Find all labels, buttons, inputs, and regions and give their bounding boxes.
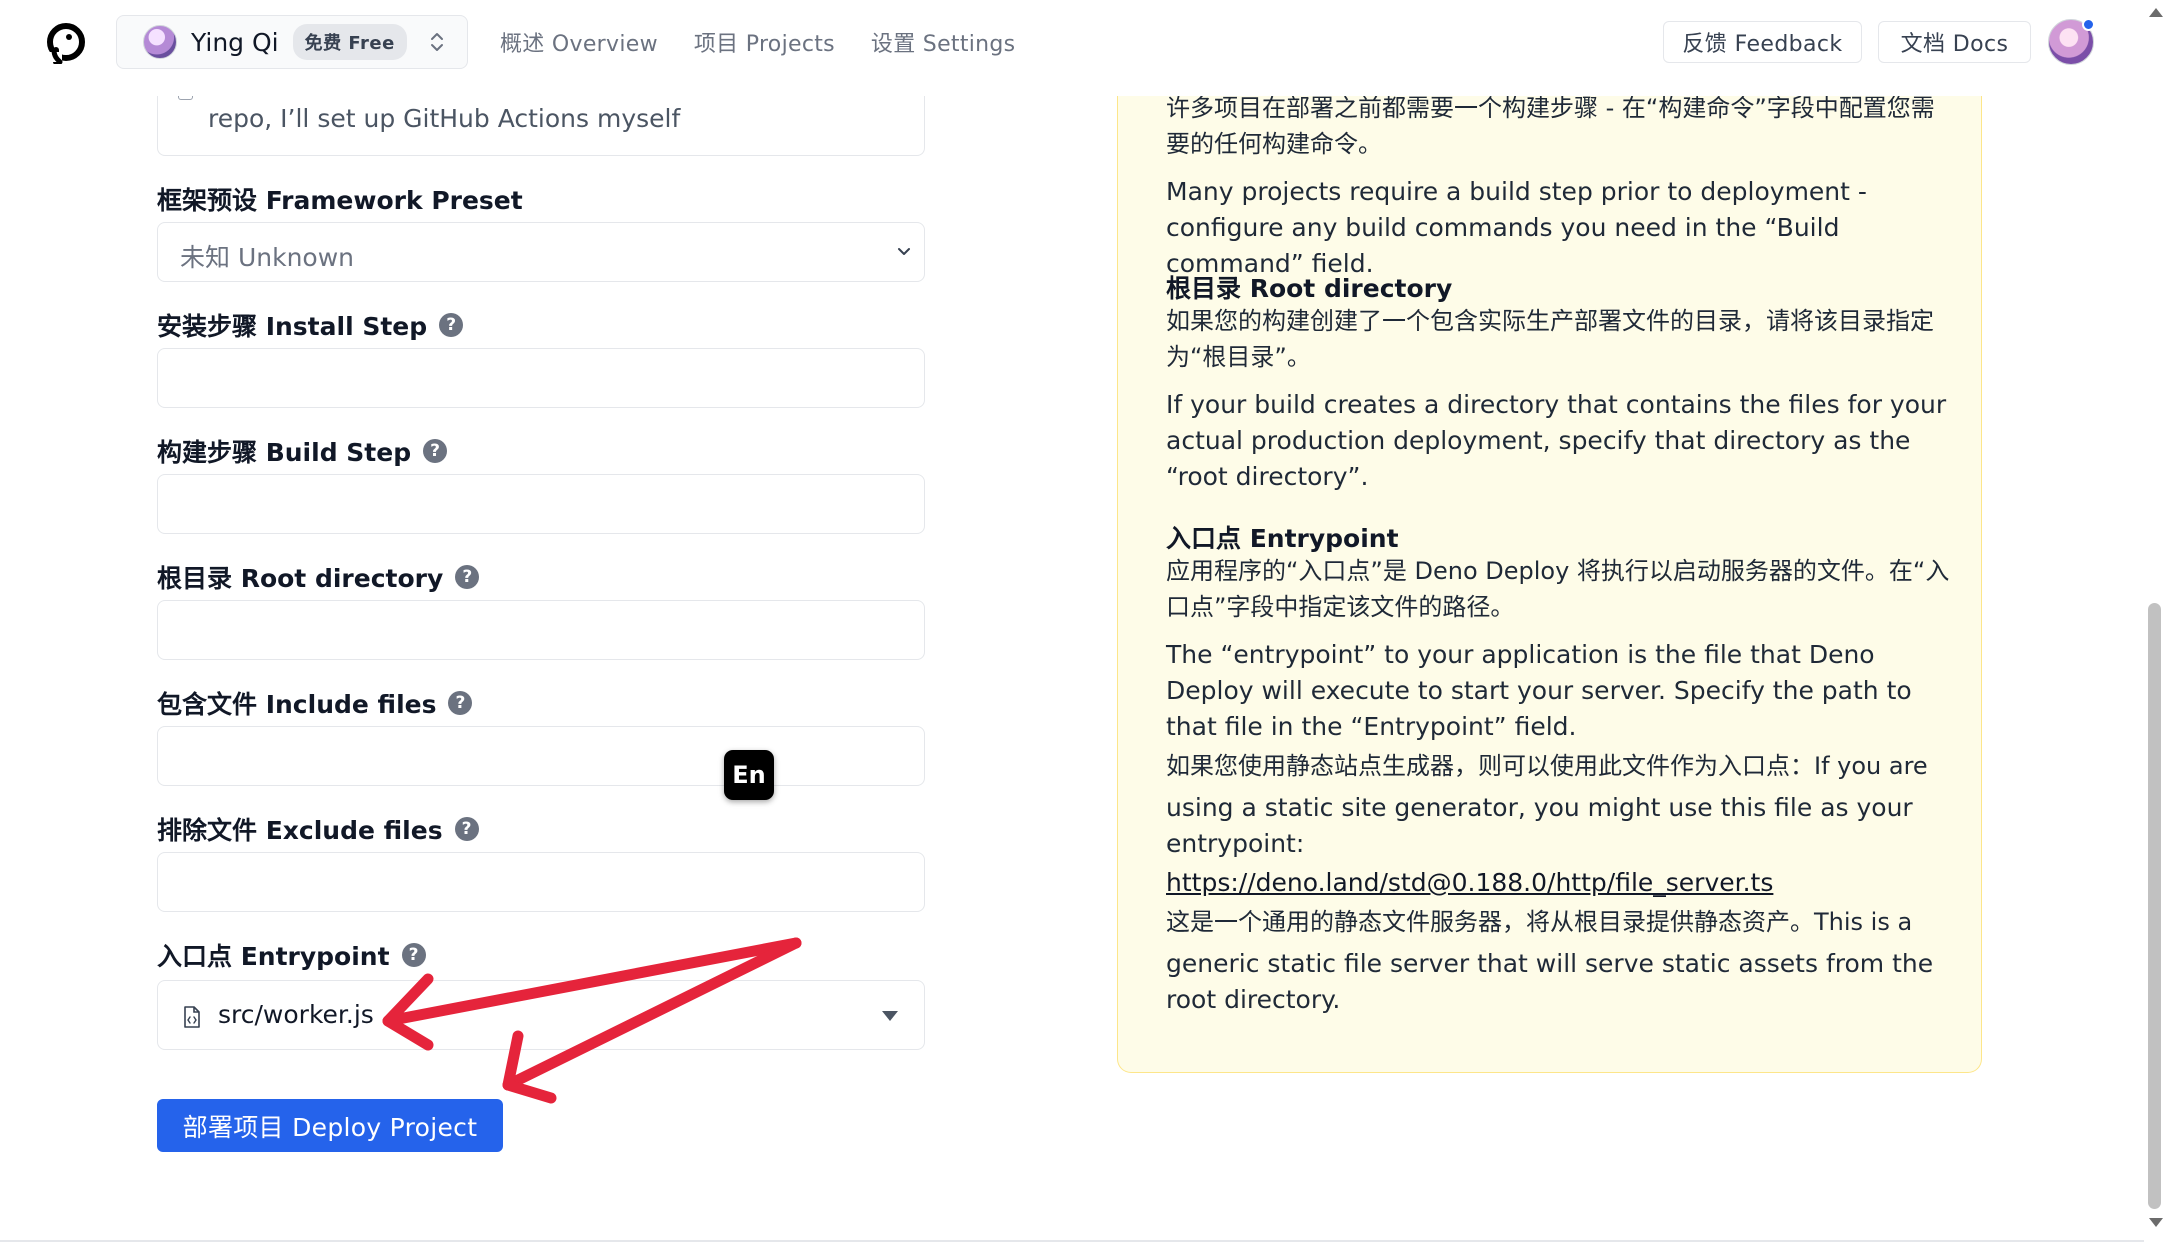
static-help-line2: using a static site generator, you might… <box>1166 793 1913 858</box>
page-bottom-border <box>0 1240 2144 1242</box>
root-help-zh: 如果您的构建创建了一个包含实际生产部署文件的目录，请将该目录指定为“根目录”。 <box>1166 307 1934 371</box>
build-step-label-text: 构建步骤 Build Step <box>157 438 412 467</box>
build-help-en: Many projects require a build step prior… <box>1166 177 1867 278</box>
framework-preset-select[interactable]: 未知 Unknown <box>157 222 925 282</box>
install-step-label: 安装步骤 Install Step ? <box>157 307 464 343</box>
build-help-zh: 许多项目在部署之前都需要一个构建步骤 - 在“构建命令”字段中配置您需要的任何构… <box>1166 94 1935 158</box>
build-help-icon[interactable]: ? <box>423 439 448 463</box>
plan-badge: 免费 Free <box>292 24 407 60</box>
build-step-label: 构建步骤 Build Step ? <box>157 433 448 469</box>
account-switcher[interactable]: Ying Qi 免费 Free <box>116 15 468 69</box>
notification-dot <box>2082 18 2095 31</box>
root-directory-label-text: 根目录 Root directory <box>157 564 444 593</box>
account-avatar <box>143 25 177 59</box>
generic-help-line2: generic static file server that will ser… <box>1166 949 1934 1014</box>
install-step-label-text: 安装步骤 Install Step <box>157 312 428 341</box>
static-help-line1: 如果您使用静态站点生成器，则可以使用此文件作为入口点：If you are <box>1166 752 1928 780</box>
entrypoint-help-icon[interactable]: ? <box>401 943 426 967</box>
top-navigation: Ying Qi 免费 Free 概述 Overview 项目 Projects … <box>0 0 2144 96</box>
github-actions-label: repo, I’ll set up GitHub Actions myself <box>208 104 681 133</box>
entrypoint-label-text: 入口点 Entrypoint <box>157 942 390 971</box>
nav-settings[interactable]: 设置 Settings <box>871 26 1016 58</box>
install-step-input[interactable] <box>157 348 925 408</box>
entry-help-zh: 应用程序的“入口点”是 Deno Deploy 将执行以启动服务器的文件。在“入… <box>1166 557 1950 621</box>
scroll-down-arrow-icon[interactable] <box>2149 1218 2163 1227</box>
framework-preset-label-text: 框架预设 Framework Preset <box>157 186 523 215</box>
root-directory-input[interactable] <box>157 600 925 660</box>
entrypoint-heading: 入口点 Entrypoint <box>1166 524 1399 553</box>
entrypoint-value: src/worker.js <box>218 1000 374 1029</box>
deno-logo-icon[interactable] <box>44 20 88 64</box>
generic-help-line1: 这是一个通用的静态文件服务器，将从根目录提供静态资产。This is a <box>1166 908 1913 936</box>
include-help-icon[interactable]: ? <box>448 691 473 715</box>
file-code-icon <box>184 1006 200 1028</box>
help-panel: 许多项目在部署之前都需要一个构建步骤 - 在“构建命令”字段中配置您需要的任何构… <box>1117 40 1982 1073</box>
deploy-project-button[interactable]: 部署项目 Deploy Project <box>157 1099 503 1152</box>
file-server-link[interactable]: https://deno.land/std@0.188.0/http/file_… <box>1166 868 1773 897</box>
exclude-files-label: 排除文件 Exclude files ? <box>157 811 479 847</box>
account-name: Ying Qi <box>191 27 279 57</box>
include-files-input[interactable] <box>157 726 925 786</box>
root-help-icon[interactable]: ? <box>455 565 480 589</box>
chevron-down-icon <box>898 248 910 255</box>
framework-preset-label: 框架预设 Framework Preset <box>157 181 523 217</box>
exclude-files-input[interactable] <box>157 852 925 912</box>
entry-help-en: The “entrypoint” to your application is … <box>1166 640 1912 741</box>
root-directory-heading: 根目录 Root directory <box>1166 274 1453 303</box>
include-files-label-text: 包含文件 Include files <box>157 690 437 719</box>
entrypoint-label: 入口点 Entrypoint ? <box>157 937 426 973</box>
main-nav: 概述 Overview 项目 Projects 设置 Settings <box>500 26 1015 58</box>
nav-overview[interactable]: 概述 Overview <box>500 26 658 58</box>
install-help-icon[interactable]: ? <box>439 313 464 337</box>
feedback-button[interactable]: 反馈 Feedback <box>1663 21 1862 63</box>
chevron-up-down-icon <box>431 33 443 51</box>
framework-preset-value: 未知 Unknown <box>180 243 354 272</box>
scroll-up-arrow-icon[interactable] <box>2149 8 2163 17</box>
build-step-input[interactable] <box>157 474 925 534</box>
nav-projects[interactable]: 项目 Projects <box>694 26 835 58</box>
docs-button[interactable]: 文档 Docs <box>1878 21 2031 63</box>
exclude-help-icon[interactable]: ? <box>454 817 479 841</box>
exclude-files-label-text: 排除文件 Exclude files <box>157 816 443 845</box>
input-method-indicator[interactable]: En <box>724 750 774 800</box>
caret-down-icon <box>882 1011 898 1021</box>
scrollbar-thumb[interactable] <box>2148 603 2161 1209</box>
include-files-label: 包含文件 Include files ? <box>157 685 473 721</box>
root-help-en: If your build creates a directory that c… <box>1166 390 1947 491</box>
root-directory-label: 根目录 Root directory ? <box>157 559 480 595</box>
entrypoint-select[interactable]: src/worker.js <box>157 980 925 1050</box>
